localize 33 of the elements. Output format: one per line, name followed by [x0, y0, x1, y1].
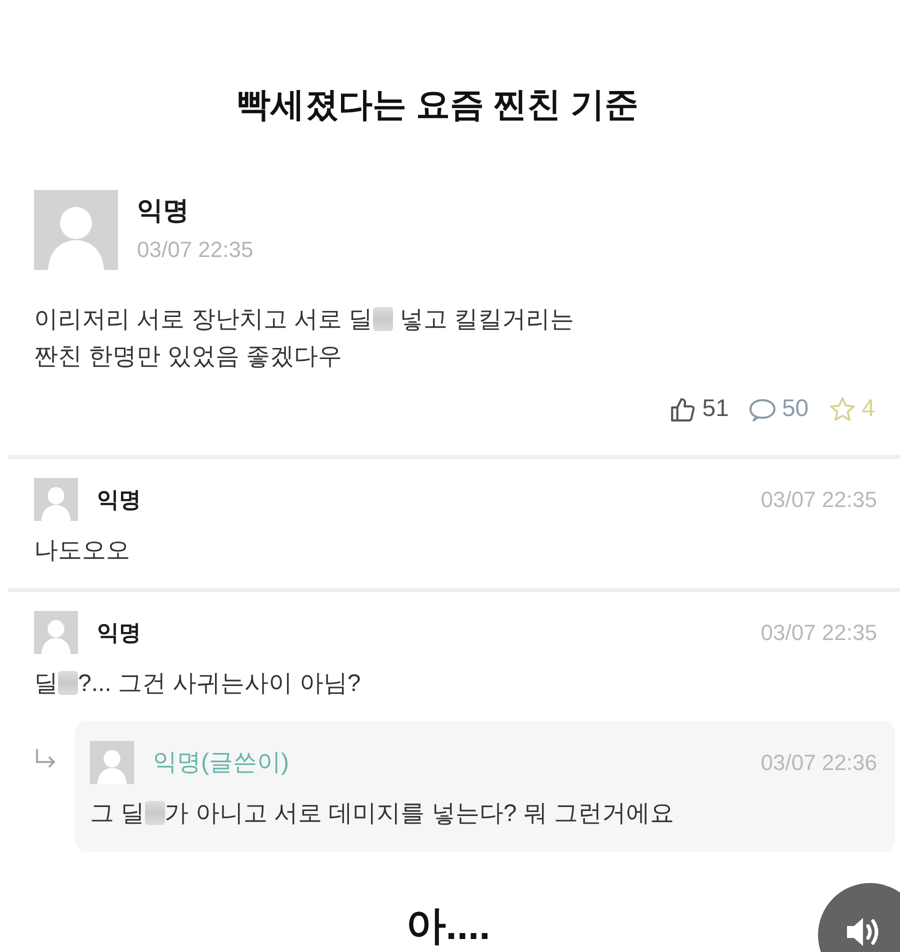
- caption-text: 아....: [406, 903, 490, 949]
- stat-count: 51: [702, 394, 729, 424]
- post-text: 넣고 킬킬거리는: [398, 306, 574, 333]
- comment-text: ?... 그건 사귀는사이 아님?: [78, 670, 361, 697]
- post-text: 이리저리 서로 장난치고 서로 딜: [34, 306, 373, 333]
- commenter-name: 익명: [97, 486, 141, 514]
- thumbs-up-icon[interactable]: [669, 396, 696, 422]
- censor-blur-icon: [58, 671, 78, 695]
- comment-text: 그 딜: [90, 800, 145, 827]
- stat-count: 4: [862, 394, 875, 424]
- comment-text: 가 아니고 서로 데미지를 넣는다? 뭐 그런거에요: [164, 800, 674, 827]
- avatar-silhouette-icon: [34, 611, 78, 654]
- stat-count: 50: [782, 394, 809, 424]
- avatar-silhouette-icon: [90, 741, 134, 784]
- post-text: 짠친 한명만 있었음 좋겠다우: [34, 343, 342, 370]
- censor-blur-icon: [372, 307, 393, 331]
- speaker-icon: [845, 915, 881, 949]
- star-icon[interactable]: [828, 396, 856, 422]
- avatar-silhouette-icon: [34, 478, 78, 521]
- commenter-name: 익명(글쓴이): [153, 748, 289, 778]
- sound-button[interactable]: [818, 883, 900, 952]
- comment-text: 딜: [34, 670, 58, 697]
- page-title: 빡세졌다는 요즘 찐친 기준: [236, 85, 639, 125]
- author-name: 익명: [137, 194, 189, 227]
- post-date: 03/07 22:35: [137, 236, 254, 264]
- reply-arrow-icon: [34, 748, 58, 768]
- commenter-name: 익명: [97, 618, 141, 646]
- avatar-silhouette-icon: [34, 190, 118, 270]
- comment-date: 03/07 22:35: [760, 486, 877, 514]
- comment-text: 나도오오: [34, 537, 130, 564]
- censor-blur-icon: [144, 801, 165, 825]
- comment-date: 03/07 22:36: [760, 748, 877, 776]
- comment-date: 03/07 22:35: [760, 618, 877, 646]
